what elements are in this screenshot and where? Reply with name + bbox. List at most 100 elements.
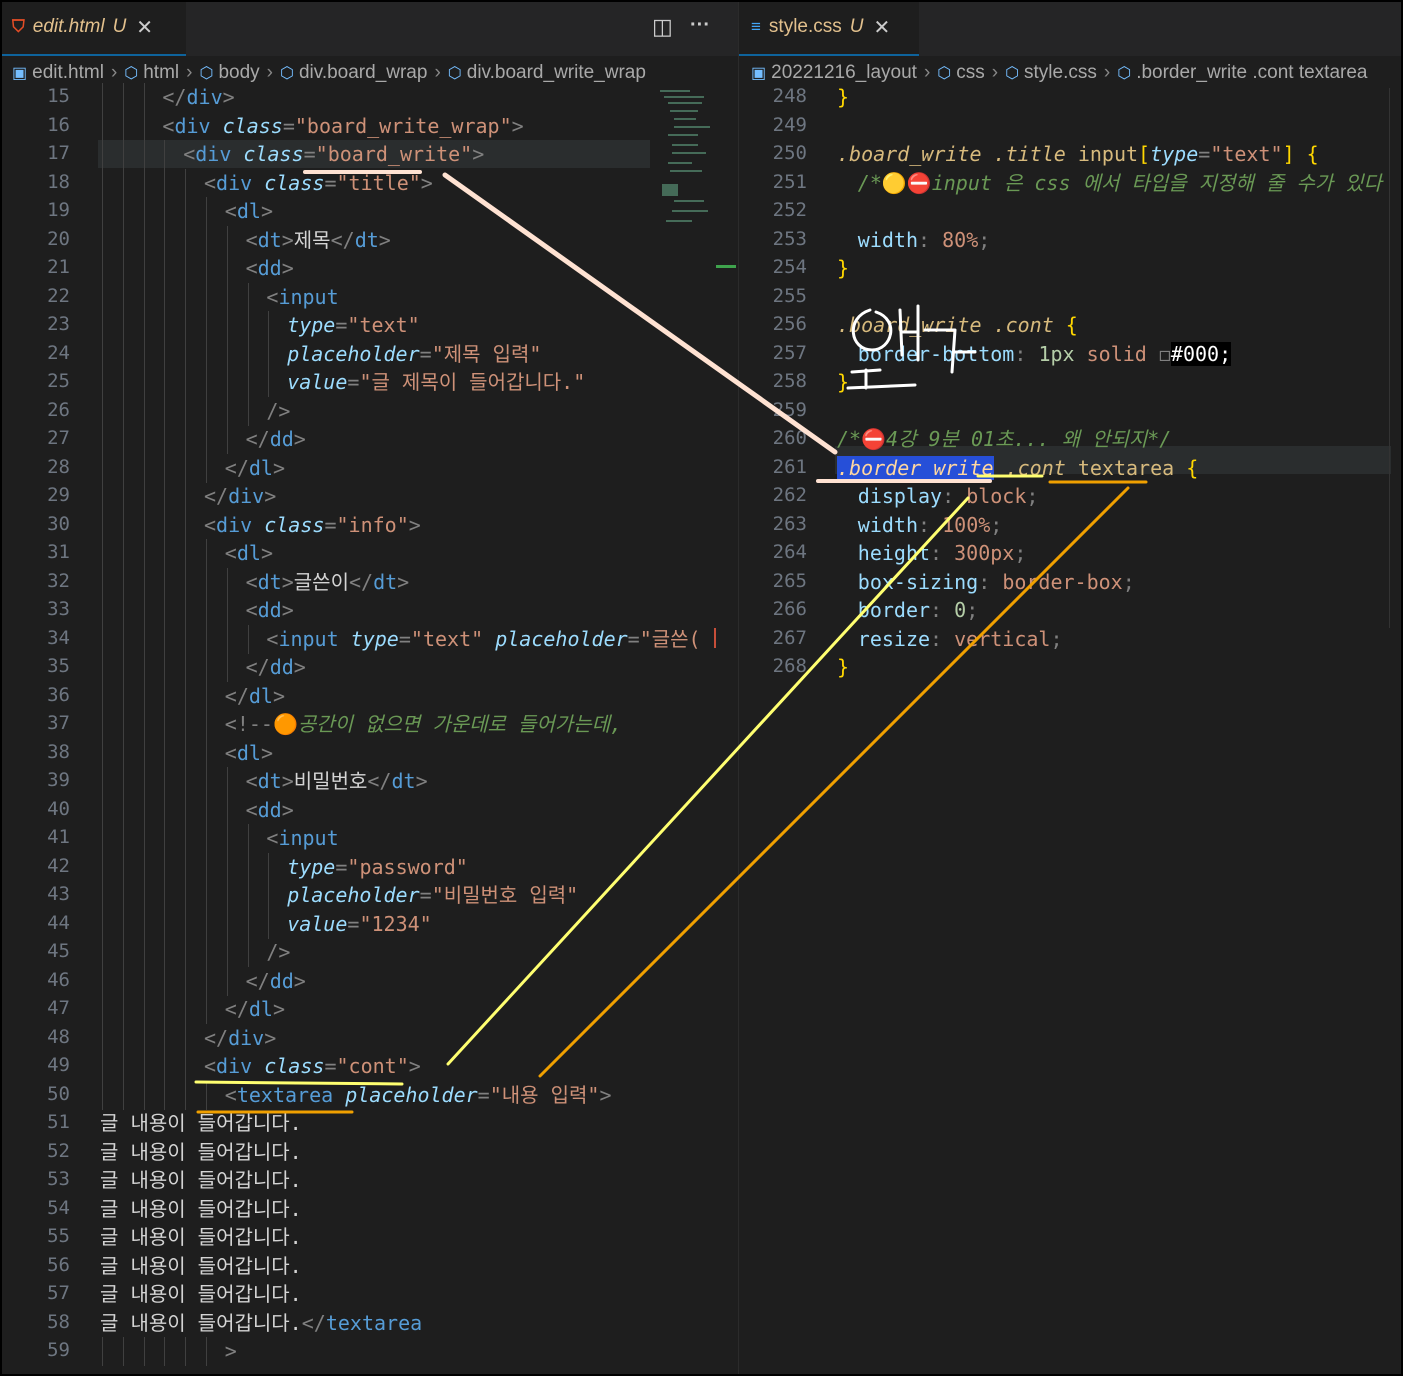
code-line[interactable]: <dd> [246, 254, 294, 282]
code-line[interactable]: <div class="title"> [204, 169, 433, 197]
modified-badge: U [112, 16, 127, 37]
code-token: < [266, 284, 279, 309]
code-token: width [857, 227, 919, 252]
code-line[interactable]: type="password" [287, 853, 468, 881]
code-line[interactable]: display: block; [858, 482, 1039, 510]
breadcrumb-item[interactable]: style.css [1024, 62, 1097, 84]
code-line[interactable]: box-sizing: border-box; [858, 568, 1135, 596]
code-line[interactable]: </dd> [246, 967, 306, 995]
code-line[interactable]: value="글 제목이 들어갑니다." [287, 368, 585, 396]
indent-guide [102, 254, 103, 283]
code-token: </ [162, 85, 187, 109]
minimap[interactable] [658, 88, 718, 238]
indent-guide [185, 539, 187, 568]
code-line[interactable]: 글 내용이 들어갑니다. [100, 1195, 302, 1223]
breadcrumb-item[interactable]: edit.html [32, 62, 104, 84]
code-token: "글쓴( [639, 626, 701, 651]
code-line[interactable]: placeholder="제목 입력" [287, 340, 541, 368]
code-line[interactable]: placeholder="비밀번호 입력" [287, 881, 578, 909]
code-line[interactable]: <div class="cont"> [204, 1052, 421, 1080]
code-line[interactable]: 글 내용이 들어갑니다.</textarea [100, 1309, 422, 1337]
code-line[interactable]: } [837, 254, 849, 282]
more-actions-icon[interactable]: ··· [690, 14, 710, 37]
code-line[interactable]: } [837, 368, 849, 396]
code-line[interactable]: 글 내용이 들어갑니다. [100, 1280, 302, 1308]
code-token: </ [245, 655, 270, 679]
code-line[interactable]: .board_write .title input[type="text"] { [837, 140, 1319, 168]
code-line[interactable]: </dd> [246, 653, 306, 681]
code-line[interactable]: <input [266, 824, 338, 852]
code-line[interactable]: <div class="board_write"> [183, 140, 484, 168]
code-line[interactable]: <dt>제목</dt> [246, 226, 391, 254]
split-editor-icon[interactable]: ◫ [652, 14, 673, 40]
code-token: ] { [1282, 142, 1319, 166]
code-line[interactable]: </div> [204, 1024, 276, 1052]
close-icon[interactable]: ✕ [874, 15, 891, 40]
code-line[interactable]: </div> [162, 83, 234, 111]
code-line[interactable]: 글 내용이 들어갑니다. [100, 1138, 302, 1166]
code-line[interactable]: <dl> [225, 739, 273, 767]
scrollbar[interactable] [1389, 88, 1401, 628]
code-token: > [272, 997, 286, 1021]
breadcrumb-item[interactable]: body [218, 62, 259, 84]
indent-guide [226, 938, 228, 967]
code-line[interactable]: </div> [204, 482, 276, 510]
code-line[interactable]: </dd> [246, 425, 306, 453]
code-line[interactable]: .board_write .cont { [837, 311, 1078, 339]
code-line[interactable]: <textarea placeholder="내용 입력"> [225, 1081, 612, 1109]
code-line[interactable]: <!--🟠공간이 없으면 가운데로 들어가는데, [225, 710, 622, 738]
code-line[interactable]: width: 100%; [858, 511, 1003, 539]
code-line[interactable]: > [225, 1337, 237, 1365]
breadcrumb-item[interactable]: div.board_write_wrap [467, 62, 646, 84]
close-icon[interactable]: ✕ [136, 15, 153, 40]
code-line[interactable]: <dd> [246, 796, 294, 824]
indent-guide [206, 624, 207, 654]
code-line[interactable]: /*⛔4강 9분 01초... 왜 안되지*/ [837, 425, 1171, 453]
code-line[interactable]: 글 내용이 들어갑니다. [100, 1109, 302, 1137]
code-line[interactable]: type="text" [287, 311, 419, 339]
code-line[interactable]: height: 300px; [858, 539, 1027, 567]
breadcrumb-item[interactable]: css [956, 62, 985, 84]
indent-guide [122, 1052, 124, 1081]
code-line[interactable]: resize: vertical; [858, 625, 1063, 653]
code-line[interactable]: <input [266, 283, 338, 311]
code-line[interactable]: border: 0; [858, 596, 978, 624]
indent-guide [143, 824, 145, 853]
code-line[interactable]: 글 내용이 들어갑니다. [100, 1223, 302, 1251]
code-line[interactable]: <dt>글쓴이</dt> [246, 568, 410, 596]
code-line[interactable]: width: 80%; [858, 226, 990, 254]
code-line[interactable]: 글 내용이 들어갑니다. [100, 1166, 302, 1194]
code-line[interactable]: <dt>비밀번호</dt> [246, 767, 428, 795]
indent-guide [143, 995, 145, 1024]
breadcrumb-item[interactable]: html [143, 62, 179, 84]
code-line[interactable]: border-bottom: 1px solid ◻#000; [858, 340, 1232, 368]
breadcrumb-item[interactable]: 20221216_layout [771, 62, 917, 84]
code-line[interactable]: <input type="text" placeholder="글쓴( [266, 625, 700, 653]
code-line[interactable]: 글 내용이 들어갑니다. [100, 1252, 302, 1280]
code-line[interactable]: /> [266, 397, 290, 425]
code-line[interactable]: <dl> [225, 539, 273, 567]
code-line[interactable]: <div class="info"> [204, 511, 421, 539]
code-token: value [287, 911, 348, 936]
code-line[interactable]: </dl> [225, 454, 285, 482]
code-line[interactable]: .border_write .cont textarea { [837, 454, 1198, 482]
code-line[interactable]: } [837, 653, 849, 681]
code-line[interactable]: </dl> [225, 682, 285, 710]
breadcrumb-item[interactable]: div.board_wrap [299, 62, 428, 84]
tab-style-css[interactable]: ≡ style.css U ✕ [739, 0, 919, 56]
tab-edit-html[interactable]: ⛉ edit.html U ✕ [0, 0, 186, 56]
code-line[interactable]: </dl> [225, 995, 285, 1023]
line-number: 42 [47, 854, 70, 877]
code-line[interactable]: <dl> [225, 197, 273, 225]
code-line[interactable]: value="1234" [287, 910, 432, 938]
indent-guide [164, 140, 166, 169]
indent-guide [164, 396, 166, 426]
breadcrumb-separator: › [434, 62, 441, 83]
code-token: type [287, 313, 336, 337]
code-line[interactable]: <div class="board_write_wrap"> [162, 112, 523, 140]
code-line[interactable]: } [837, 83, 849, 111]
breadcrumb-item[interactable]: .border_write .cont textarea [1136, 62, 1367, 84]
code-line[interactable]: /*🟡⛔input 은 css 에서 타입을 지정해 줄 수가 있다 [858, 169, 1382, 197]
code-line[interactable]: /> [266, 938, 290, 966]
code-line[interactable]: <dd> [246, 596, 294, 624]
